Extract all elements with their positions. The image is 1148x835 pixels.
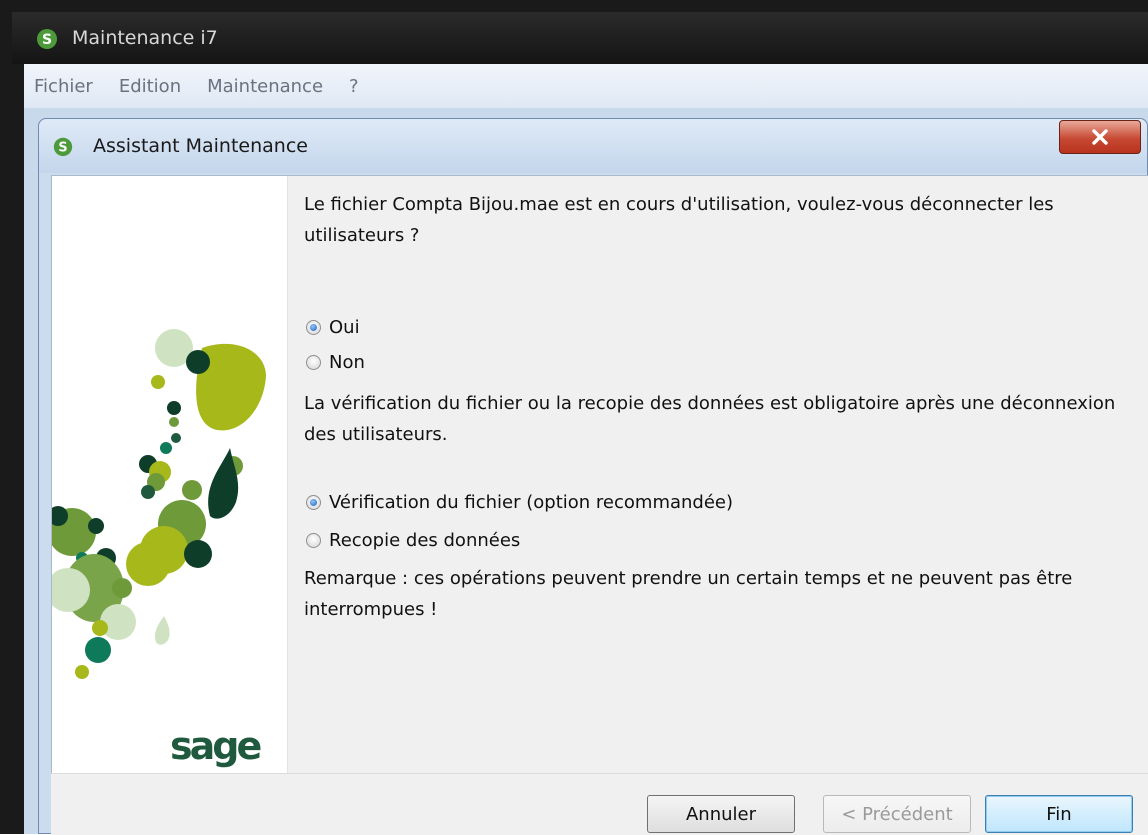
info-text: La vérification du fichier ou la recopie… <box>304 393 1116 445</box>
wizard-main-panel: Le fichier Compta Bijou.mae est en cours… <box>288 176 1148 773</box>
app-titlebar: S Maintenance i7 <box>12 12 1148 64</box>
sage-logo: sage <box>170 724 262 768</box>
radio-oui[interactable]: Oui <box>306 317 360 338</box>
finish-button[interactable]: Fin <box>985 795 1133 833</box>
previous-button[interactable]: < Précédent <box>823 795 971 833</box>
cancel-button[interactable]: Annuler <box>647 795 795 833</box>
radio-non[interactable]: Non <box>306 352 365 373</box>
sage-decoration-graphic <box>52 329 266 679</box>
radio-label: Recopie des données <box>329 530 521 551</box>
dialog-titlebar: S Assistant Maintenance <box>39 119 1147 173</box>
remark-text: Remarque : ces opérations peuvent prendr… <box>304 568 1073 620</box>
radio-recopie[interactable]: Recopie des données <box>306 530 520 551</box>
sage-branding-panel: sage <box>52 176 288 773</box>
svg-text:S: S <box>58 141 67 156</box>
radio-button[interactable] <box>306 533 321 548</box>
radio-button-checked[interactable] <box>306 320 321 335</box>
menu-fichier[interactable]: Fichier <box>34 76 93 97</box>
close-button[interactable] <box>1059 120 1141 154</box>
radio-verification[interactable]: Vérification du fichier (option recomman… <box>306 492 733 513</box>
radio-label: Vérification du fichier (option recomman… <box>329 492 734 513</box>
radio-label: Oui <box>329 317 360 338</box>
sage-app-icon: S <box>34 25 60 51</box>
menu-bar: Fichier Edition Maintenance ? <box>24 64 1148 108</box>
menu-help[interactable]: ? <box>349 76 359 97</box>
button-bar: Annuler < Précédent Fin <box>51 773 1148 835</box>
maintenance-dialog: S Assistant Maintenance sage Le fichier … <box>38 118 1148 835</box>
question-text: Le fichier Compta Bijou.mae est en cours… <box>304 194 1054 246</box>
radio-label: Non <box>329 352 365 373</box>
dialog-content: sage Le fichier Compta Bijou.mae est en … <box>51 175 1148 773</box>
app-title: Maintenance i7 <box>72 27 218 49</box>
close-icon <box>1092 129 1108 145</box>
radio-button[interactable] <box>306 355 321 370</box>
menu-maintenance[interactable]: Maintenance <box>207 76 323 97</box>
dialog-title: Assistant Maintenance <box>93 135 308 157</box>
app-window: S Maintenance i7 Fichier Edition Mainten… <box>0 0 1148 835</box>
radio-button-checked[interactable] <box>306 495 321 510</box>
sage-app-icon: S <box>51 134 75 158</box>
svg-text:S: S <box>42 32 52 48</box>
menu-edition[interactable]: Edition <box>119 76 181 97</box>
